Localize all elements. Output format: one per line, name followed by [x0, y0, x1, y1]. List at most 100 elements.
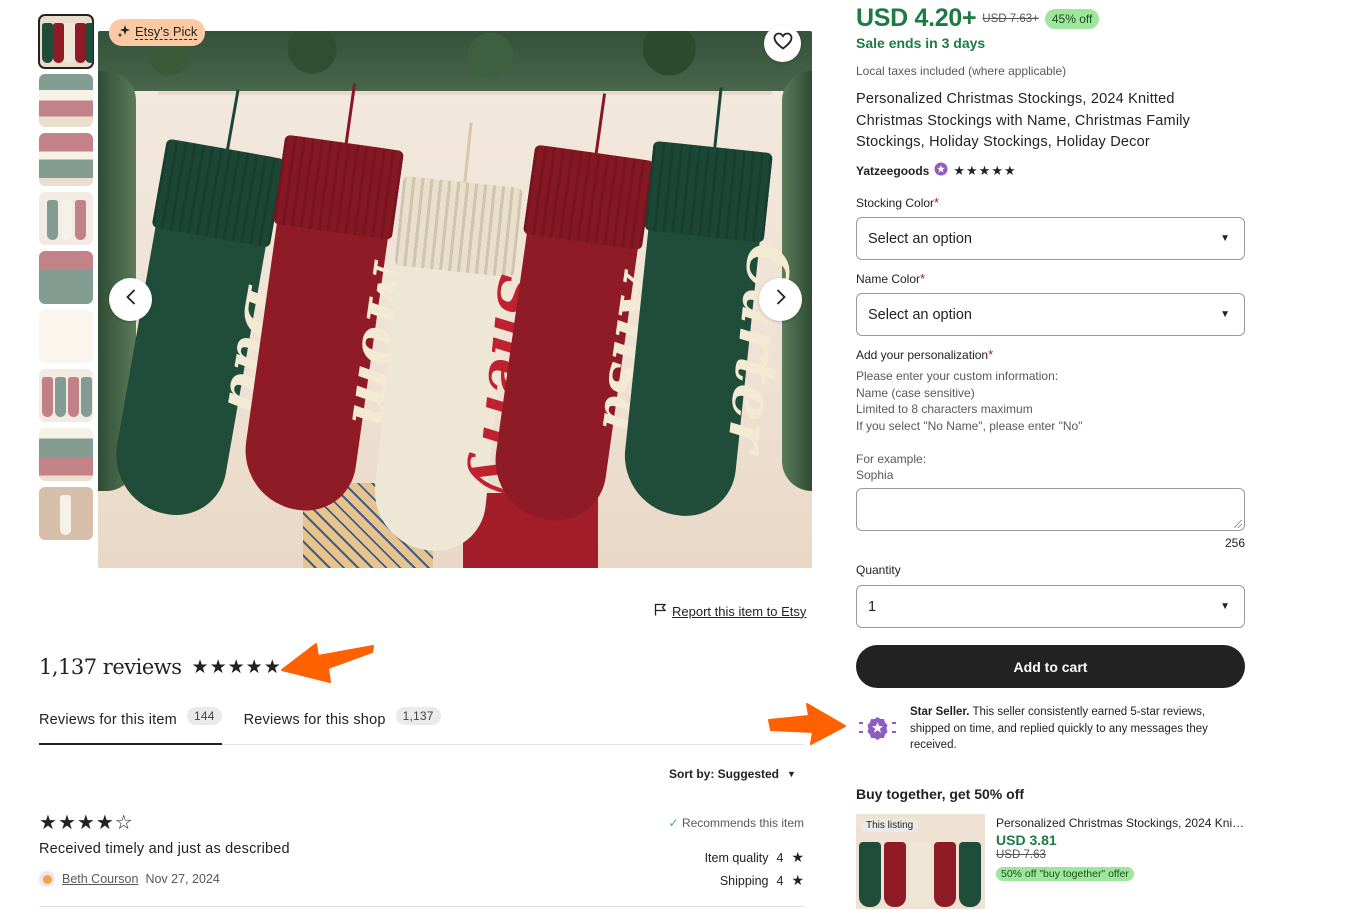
buy-together-heading: Buy together, get 50% off	[856, 786, 1025, 802]
star-filled-icon: ★	[39, 812, 57, 834]
stocking-color-label: Stocking Color*	[856, 195, 940, 210]
this-listing-tag: This listing	[861, 819, 919, 832]
buy-together-offer-badge: 50% off "buy together" offer	[996, 867, 1134, 881]
star-filled-icon: ★	[245, 656, 263, 678]
thumbnail[interactable]	[39, 487, 93, 540]
star-filled-icon: ★	[991, 163, 1003, 178]
previous-image-button[interactable]	[109, 278, 152, 321]
star-filled-icon: ★	[209, 656, 227, 678]
star-filled-icon: ★	[791, 849, 804, 865]
buy-together-info: Personalized Christmas Stockings, 2024 K…	[996, 816, 1246, 882]
caret-down-icon: ▼	[1220, 233, 1230, 244]
annotation-arrow-icon	[768, 703, 846, 745]
thumbnail-strip	[38, 14, 94, 546]
star-empty-icon: ☆	[114, 812, 133, 834]
sale-ends: Sale ends in 3 days	[856, 35, 986, 51]
overall-rating-stars: ★ ★ ★ ★ ★	[192, 658, 281, 677]
report-item: Report this item to Etsy	[654, 603, 806, 619]
product-title: Personalized Christmas Stockings, 2024 K…	[856, 91, 1191, 150]
chevron-right-icon	[775, 288, 787, 311]
star-filled-icon: ★	[791, 872, 804, 888]
star-seller-icon	[859, 716, 897, 745]
sparkle-icon	[117, 24, 131, 41]
buy-together-original-price: USD 7.63	[996, 849, 1046, 861]
star-filled-icon: ★	[57, 812, 76, 834]
star-filled-icon: ★	[953, 163, 966, 178]
stocking-color-select[interactable]: Select an option ▼	[856, 217, 1245, 260]
sale-price: USD 4.20+	[856, 4, 977, 32]
review-date: Nov 27, 2024	[145, 872, 220, 886]
etsys-pick-label: Etsy's Pick	[135, 24, 198, 40]
star-filled-icon: ★	[978, 163, 991, 178]
tab-count-badge: 1,137	[395, 707, 441, 725]
buy-together-thumbnail[interactable]: This listing	[856, 814, 985, 909]
reviews-tabs: Reviews for this item 144 Reviews for th…	[39, 707, 804, 745]
price-row: USD 4.20+ USD 7.63+ 45% off	[856, 4, 1100, 33]
buy-together-title[interactable]: Personalized Christmas Stockings, 2024 K…	[996, 816, 1246, 830]
avatar	[39, 871, 55, 887]
chevron-left-icon	[125, 288, 137, 311]
check-icon: ✓	[668, 816, 679, 830]
personalization-textarea[interactable]	[856, 488, 1245, 531]
star-filled-icon: ★	[966, 163, 978, 178]
star-filled-icon: ★	[227, 656, 245, 678]
seller-row: Yatzeegoods ★ ★ ★ ★ ★	[856, 161, 1016, 180]
reviews-header: 1,137 reviews ★ ★ ★ ★ ★	[39, 655, 281, 679]
star-filled-icon: ★	[263, 656, 281, 678]
star-filled-icon: ★	[95, 812, 114, 834]
thumbnail[interactable]	[39, 369, 93, 422]
characters-remaining: 256	[1224, 536, 1245, 550]
resize-handle-icon[interactable]	[1234, 520, 1242, 528]
thumbnail[interactable]	[38, 14, 94, 69]
name-color-label: Name Color*	[856, 271, 926, 286]
thumbnail[interactable]	[39, 133, 93, 186]
star-seller-text: Star Seller. This seller consistently ea…	[910, 706, 1208, 751]
main-product-image[interactable]: Dad Mom Sherry Alisa Carter	[98, 31, 812, 568]
review-text: Received timely and just as described	[39, 841, 290, 857]
add-to-cart-button[interactable]: Add to cart	[856, 645, 1245, 688]
discount-badge: 45% off	[1044, 8, 1100, 29]
buy-together-price: USD 3.81	[996, 832, 1057, 848]
star-seller-badge-icon	[934, 162, 948, 179]
sub-rating-item-quality: Item quality 4 ★	[704, 849, 804, 865]
seller-rating-stars: ★ ★ ★ ★ ★	[953, 161, 1015, 180]
garland-decoration	[98, 31, 812, 91]
recommends-label: ✓ Recommends this item	[668, 816, 804, 830]
star-filled-icon: ★	[76, 812, 95, 834]
review-author-link[interactable]: Beth Courson	[62, 872, 138, 886]
etsys-pick-badge[interactable]: Etsy's Pick	[109, 19, 206, 46]
thumbnail[interactable]	[39, 428, 93, 481]
sub-rating-shipping: Shipping 4 ★	[719, 872, 804, 888]
review-item: ★ ★ ★ ★ ☆ Received timely and just as de…	[39, 812, 804, 907]
report-item-link[interactable]: Report this item to Etsy	[672, 604, 806, 619]
reviews-count: 1,137 reviews	[39, 655, 182, 679]
tab-reviews-for-shop[interactable]: Reviews for this shop 1,137	[244, 707, 441, 745]
tab-reviews-for-item[interactable]: Reviews for this item 144	[39, 707, 222, 745]
seller-name[interactable]: Yatzeegoods	[856, 164, 929, 178]
review-meta: Beth Courson Nov 27, 2024	[39, 871, 220, 887]
caret-down-icon: ▼	[787, 769, 796, 779]
thumbnail[interactable]	[39, 74, 93, 127]
quantity-label: Quantity	[856, 563, 901, 577]
sort-dropdown[interactable]: Sort by: Suggested ▼	[669, 767, 796, 781]
thumbnail[interactable]	[39, 310, 93, 363]
next-image-button[interactable]	[759, 278, 802, 321]
caret-down-icon: ▼	[1220, 601, 1230, 612]
flag-icon	[654, 603, 667, 619]
caret-down-icon: ▼	[1220, 309, 1230, 320]
tab-count-badge: 144	[186, 707, 222, 725]
thumbnail[interactable]	[39, 192, 93, 245]
taxes-note: Local taxes included (where applicable)	[856, 64, 1067, 78]
annotation-arrow-icon	[281, 643, 374, 683]
thumbnail[interactable]	[39, 251, 93, 304]
original-price: USD 7.63+	[982, 12, 1039, 25]
name-color-select[interactable]: Select an option ▼	[856, 293, 1245, 336]
favorite-button[interactable]	[764, 25, 801, 62]
star-filled-icon: ★	[1003, 163, 1016, 178]
quantity-select[interactable]: 1 ▼	[856, 585, 1245, 628]
review-rating-stars: ★ ★ ★ ★ ☆	[39, 813, 133, 833]
personalization-instructions: Please enter your custom information: Na…	[856, 369, 1083, 482]
personalization-label: Add your personalization*	[856, 347, 994, 362]
star-filled-icon: ★	[191, 656, 209, 678]
heart-icon	[773, 32, 793, 55]
